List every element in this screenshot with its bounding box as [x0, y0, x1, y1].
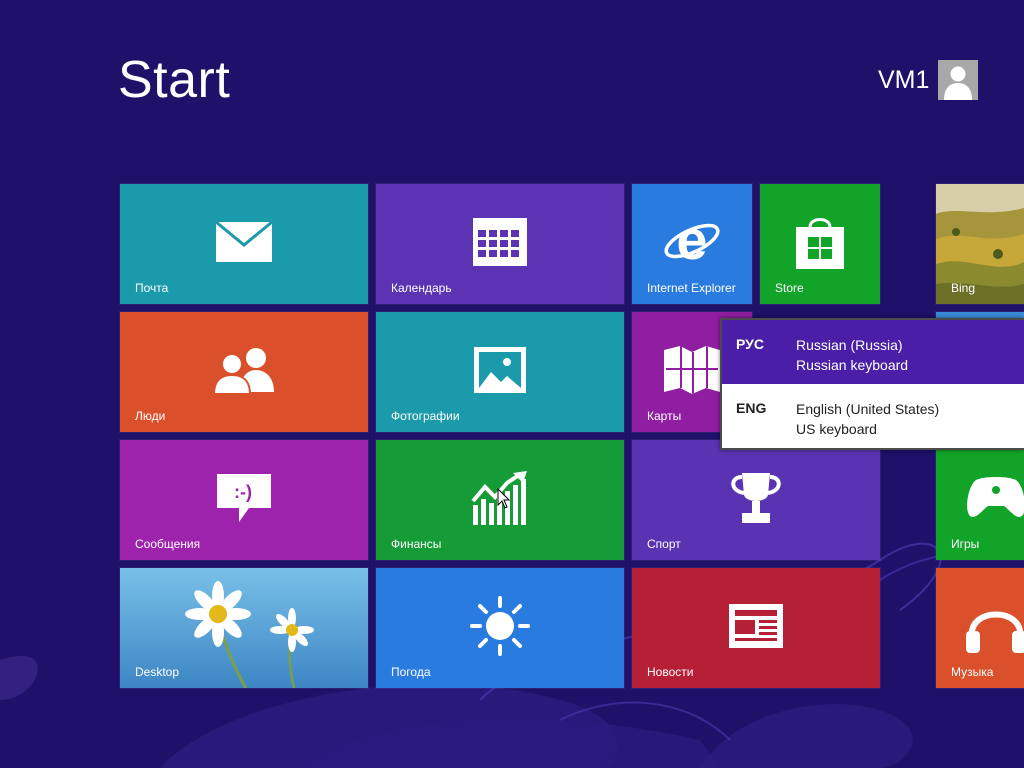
tile-label: Спорт — [647, 537, 681, 551]
tile-label: Desktop — [135, 665, 180, 679]
tile-label: Погода — [391, 665, 431, 679]
tile-label: Календарь — [391, 281, 452, 295]
tile-label: Store — [775, 281, 804, 295]
tile-weather[interactable]: Погода — [375, 567, 625, 689]
svg-text:e: e — [676, 213, 707, 271]
tile-messaging[interactable]: :-) Сообщения — [119, 439, 369, 561]
tile-people[interactable]: Люди — [119, 311, 369, 433]
tile-label: Фотографии — [391, 409, 460, 423]
user-name[interactable]: VM1 — [878, 66, 929, 95]
user-silhouette-icon — [938, 60, 978, 100]
tile-label: Музыка — [951, 665, 994, 679]
tile-desktop[interactable]: Desktop — [119, 567, 369, 689]
language-switcher-popup: РУС Russian (Russia) Russian keyboard EN… — [720, 318, 1024, 450]
sun-icon — [470, 595, 530, 656]
people-icon — [212, 346, 276, 394]
calendar-icon — [472, 217, 528, 267]
keyboard-layout: Russian keyboard — [796, 357, 909, 373]
tile-bing[interactable]: Bing — [935, 183, 1024, 305]
tile-photos[interactable]: Фотографии — [375, 311, 625, 433]
internet-explorer-icon: e — [663, 213, 721, 271]
tile-mail[interactable]: Почта — [119, 183, 369, 305]
tile-label: Новости — [647, 665, 694, 679]
tile-label: Карты — [647, 409, 682, 423]
tile-label: Игры — [951, 537, 980, 551]
language-name: English (United States) — [796, 401, 940, 417]
photo-icon — [473, 346, 527, 394]
tile-label: Финансы — [391, 537, 442, 551]
tile-label: Сообщения — [135, 537, 201, 551]
mouse-cursor-icon — [497, 488, 511, 509]
language-code: ENG — [736, 400, 767, 416]
language-code: РУС — [736, 336, 764, 352]
store-bag-icon — [794, 213, 846, 271]
svg-text::-): :-) — [234, 482, 252, 502]
newspaper-icon — [727, 602, 785, 650]
landscape-photo — [936, 184, 1024, 304]
start-screen: Start VM1 Почта Календарь e Internet Exp… — [0, 0, 1024, 768]
language-option-english[interactable]: ENG English (United States) US keyboard — [722, 384, 1024, 448]
tile-label: Bing — [951, 281, 976, 295]
tile-internet-explorer[interactable]: e Internet Explorer — [631, 183, 753, 305]
user-avatar[interactable] — [938, 60, 978, 100]
tile-sports[interactable]: Спорт — [631, 439, 881, 561]
tile-games[interactable]: Игры — [935, 439, 1024, 561]
trophy-icon — [728, 471, 784, 525]
tile-calendar[interactable]: Календарь — [375, 183, 625, 305]
mail-icon — [215, 220, 273, 263]
tile-news[interactable]: Новости — [631, 567, 881, 689]
tile-label: Люди — [135, 409, 166, 423]
map-icon — [662, 344, 722, 396]
language-name: Russian (Russia) — [796, 337, 903, 353]
tile-store[interactable]: Store — [759, 183, 881, 305]
language-option-russian[interactable]: РУС Russian (Russia) Russian keyboard — [722, 320, 1024, 384]
tile-label: Почта — [135, 281, 169, 295]
xbox-controller-icon — [964, 476, 1024, 520]
tile-label: Internet Explorer — [647, 281, 736, 295]
keyboard-layout: US keyboard — [796, 421, 877, 437]
message-bubble-icon: :-) — [215, 472, 273, 524]
headphones-icon — [964, 597, 1024, 655]
page-title: Start — [118, 51, 231, 109]
tile-music[interactable]: Музыка — [935, 567, 1024, 689]
